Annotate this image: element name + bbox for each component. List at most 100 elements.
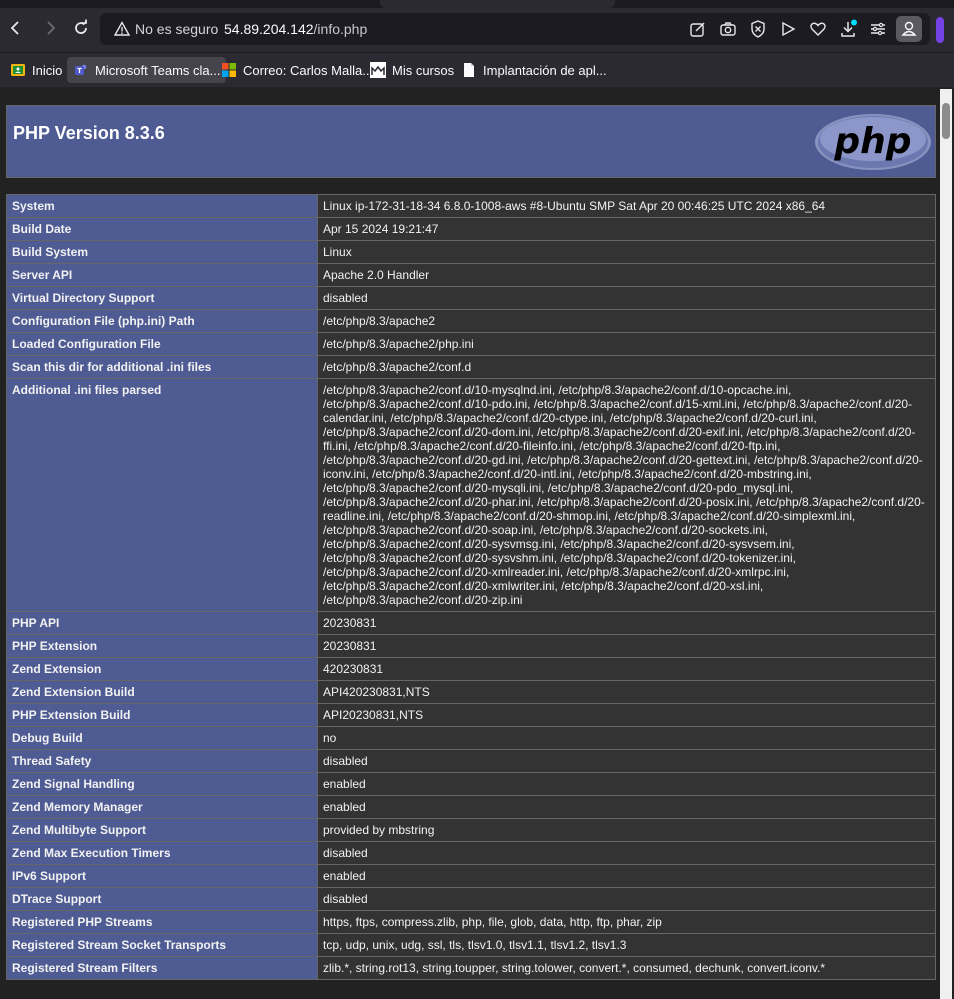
bookmark-mis-cursos[interactable]: Mis cursos	[364, 57, 460, 83]
row-key: Zend Signal Handling	[6, 772, 318, 796]
row-key: DTrace Support	[6, 887, 318, 911]
row-key: Loaded Configuration File	[6, 332, 318, 356]
reload-button[interactable]	[71, 18, 91, 38]
back-button[interactable]	[6, 18, 26, 38]
menu-button[interactable]	[868, 19, 888, 39]
row-key: Registered Stream Socket Transports	[6, 933, 318, 957]
row-key: Additional .ini files parsed	[6, 378, 318, 612]
edit-page-button[interactable]	[688, 19, 708, 39]
table-row: Zend Multibyte Support provided by mbstri…	[6, 818, 936, 842]
send-button[interactable]	[778, 19, 798, 39]
url-path: /info.php	[313, 21, 368, 37]
url-text[interactable]: 54.89.204.142/info.php	[224, 21, 367, 37]
table-row: Loaded Configuration File/etc/php/8.3/ap…	[6, 332, 936, 356]
table-row: PHP Extension Build API20230831,NTS	[6, 703, 936, 727]
row-value: /etc/php/8.3/apache2	[317, 309, 936, 333]
row-value: 420230831	[317, 657, 936, 681]
row-key: Build System	[6, 240, 318, 264]
row-key: Zend Memory Manager	[6, 795, 318, 819]
row-value: /etc/php/8.3/apache2/conf.d/10-mysqlnd.i…	[317, 378, 936, 612]
row-value: provided by mbstring	[317, 818, 936, 842]
table-row: Additional .ini files parsed/etc/php/8.3…	[6, 378, 936, 612]
download-icon	[841, 19, 857, 37]
row-value: disabled	[317, 749, 936, 773]
table-row: Registered Stream Filters zlib.*, string.…	[6, 956, 936, 980]
row-key: Build Date	[6, 217, 318, 241]
bookmark-label: Implantación de apl...	[483, 62, 607, 78]
table-row: Debug Build no	[6, 726, 936, 750]
row-value: enabled	[317, 772, 936, 796]
user-icon	[901, 21, 917, 36]
table-row: Zend Memory Manager enabled	[6, 795, 936, 819]
bookmark-correo[interactable]: Correo: Carlos Malla...	[215, 57, 379, 83]
row-key: Server API	[6, 263, 318, 287]
row-key: Thread Safety	[6, 749, 318, 773]
table-row: Scan this dir for additional .ini files /…	[6, 355, 936, 379]
browser-toolbar: No es seguro 54.89.204.142/info.php	[0, 8, 954, 52]
address-bar[interactable]: No es seguro 54.89.204.142/info.php	[100, 13, 930, 45]
reload-icon	[75, 19, 87, 34]
bookmark-label: Correo: Carlos Malla...	[243, 62, 374, 78]
screenshot-button[interactable]	[718, 19, 738, 39]
bookmark-teams[interactable]: Microsoft Teams cla...	[67, 57, 227, 83]
row-key: PHP Extension	[6, 634, 318, 658]
row-value: 20230831	[317, 611, 936, 635]
forward-button[interactable]	[40, 18, 60, 38]
table-row: Zend Extension Build API420230831,NTS	[6, 680, 936, 704]
row-value: no	[317, 726, 936, 750]
row-key: Registered Stream Filters	[6, 956, 318, 980]
row-value: disabled	[317, 887, 936, 911]
tracking-protection-button[interactable]	[748, 19, 768, 39]
php-logo-icon: php	[813, 112, 933, 172]
teams-icon	[73, 62, 89, 78]
bookmark-label: Inicio	[32, 62, 63, 78]
table-row: Registered PHP Streams https, ftps, compr…	[6, 910, 936, 934]
phpinfo-header: PHP Version 8.3.6 php	[6, 105, 936, 178]
row-key: Registered PHP Streams	[6, 910, 318, 934]
row-value: Apr 15 2024 19:21:47	[317, 217, 936, 241]
profile-button[interactable]	[896, 16, 922, 42]
row-value: API20230831,NTS	[317, 703, 936, 727]
bookmark-implantacion[interactable]: Implantación de apl...	[455, 57, 613, 83]
active-tab-edge[interactable]	[380, 0, 615, 8]
table-row: Registered Stream Socket Transports tcp, …	[6, 933, 936, 957]
table-row: Server API Apache 2.0 Handler	[6, 263, 936, 287]
arrow-right-icon	[47, 21, 56, 35]
favorite-button[interactable]	[808, 19, 828, 39]
table-row: Build System Linux	[6, 240, 936, 264]
row-key: Zend Extension Build	[6, 680, 318, 704]
row-value: 20230831	[317, 634, 936, 658]
bookmark-label: Mis cursos	[392, 62, 455, 78]
row-key: Debug Build	[6, 726, 318, 750]
page-viewport[interactable]: PHP Version 8.3.6 php System Linux ip-172…	[0, 87, 954, 999]
play-arrow-icon	[782, 21, 796, 37]
sidebar-toggle[interactable]	[936, 17, 944, 43]
table-row: Zend Signal Handling enabled	[6, 772, 936, 796]
bookmark-inicio[interactable]: Inicio	[4, 57, 68, 83]
row-key: Configuration File (php.ini) Path	[6, 309, 318, 333]
table-row: Thread Safety disabled	[6, 749, 936, 773]
heart-icon	[810, 22, 826, 36]
bookmark-label: Microsoft Teams cla...	[95, 62, 221, 78]
row-value: https, ftps, compress.zlib, php, file, g…	[317, 910, 936, 934]
phpinfo-table: System Linux ip-172-31-18-34 6.8.0-1008-a…	[6, 194, 936, 980]
page-scrollbar[interactable]	[940, 89, 952, 999]
camera-icon	[720, 22, 736, 36]
not-secure-label[interactable]: No es seguro	[135, 21, 218, 37]
row-value: tcp, udp, unix, udg, ssl, tls, tlsv1.0, …	[317, 933, 936, 957]
page-title: PHP Version 8.3.6	[13, 123, 165, 143]
table-row: Build Date Apr 15 2024 19:21:47	[6, 217, 936, 241]
url-host: 54.89.204.142	[224, 21, 314, 37]
row-key: PHP API	[6, 611, 318, 635]
table-row: PHP Extension 20230831	[6, 634, 936, 658]
scrollbar-thumb[interactable]	[942, 103, 950, 139]
table-row: IPv6 Support enabled	[6, 864, 936, 888]
downloads-button[interactable]	[838, 19, 858, 39]
microsoft-icon	[221, 62, 237, 78]
warning-icon[interactable]	[114, 21, 130, 37]
bookmarks-bar: Inicio Microsoft Teams cla... Correo: Ca…	[0, 52, 954, 87]
row-value: Linux ip-172-31-18-34 6.8.0-1008-aws #8-…	[317, 194, 936, 218]
moodle-icon	[370, 62, 386, 78]
table-row: Virtual Directory Support disabled	[6, 286, 936, 310]
edit-icon	[690, 22, 705, 37]
